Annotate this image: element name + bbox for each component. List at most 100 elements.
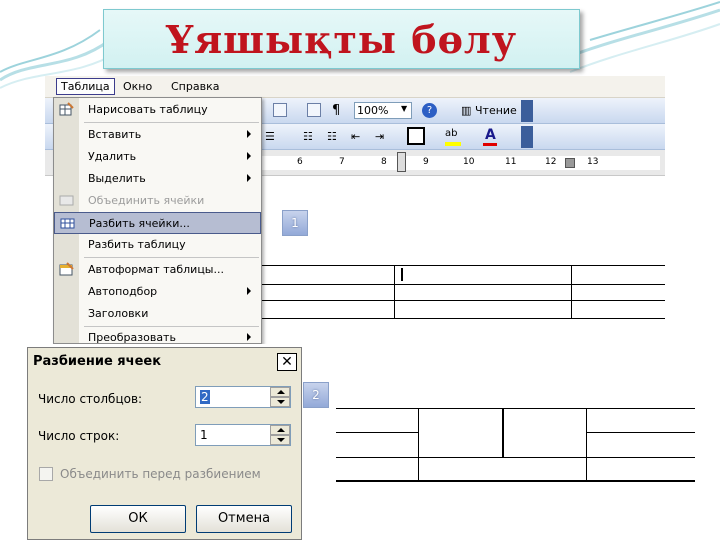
rows-spinner[interactable]: 1: [195, 424, 291, 446]
columns-value: 2: [200, 390, 210, 404]
merge-before-split-label: Объединить перед разбиением: [60, 467, 261, 481]
menu-item-label: Преобразовать: [88, 331, 176, 344]
column-marker-icon[interactable]: [565, 158, 575, 168]
menu-item-label: Выделить: [88, 172, 146, 185]
ok-button[interactable]: ОК: [90, 505, 186, 533]
split-cells-dialog: Разбиение ячеек ✕ Число столбцов: 2 Числ…: [27, 347, 302, 540]
split-cells-icon: [60, 218, 75, 229]
table-border: [260, 265, 665, 266]
submenu-arrow-icon: [247, 130, 251, 138]
decrease-indent-icon[interactable]: ⇤: [351, 130, 360, 143]
pencil-table-icon: [59, 102, 74, 116]
menu-item-label: Заголовки: [88, 307, 149, 320]
chevron-down-icon: ▼: [401, 104, 408, 113]
table-border: [336, 457, 695, 458]
ruler-number: 6: [297, 157, 303, 167]
step-badge-2: 2: [303, 382, 329, 408]
menu-item-label: Вставить: [88, 128, 142, 141]
zoom-select[interactable]: 100% ▼: [354, 102, 412, 119]
zoom-value: 100%: [357, 104, 389, 117]
table-border: [260, 284, 665, 285]
table-marker-icon[interactable]: [397, 152, 406, 172]
spin-down-icon[interactable]: [270, 397, 290, 407]
menu-item-label: Разбить таблицу: [88, 238, 186, 251]
highlight-icon[interactable]: ab: [445, 128, 457, 139]
menu-item-draw-table[interactable]: Нарисовать таблицу: [54, 99, 261, 121]
ruler-number: 11: [505, 157, 517, 167]
table-border: [260, 318, 665, 319]
ruler-number: 10: [463, 157, 475, 167]
columns-spin-buttons: [270, 387, 290, 407]
spin-up-icon[interactable]: [270, 425, 290, 435]
toolbar-options-icon[interactable]: [521, 100, 533, 122]
table-border: [571, 265, 572, 318]
dialog-titlebar[interactable]: Разбиение ячеек ✕: [28, 348, 301, 376]
menu-item-split-table[interactable]: Разбить таблицу: [54, 234, 261, 256]
close-button[interactable]: ✕: [277, 353, 297, 371]
result-table-screenshot: [336, 368, 695, 520]
menu-item-label: Удалить: [88, 150, 137, 163]
menu-item-label: Нарисовать таблицу: [88, 103, 208, 116]
slide-title: Ұяшықты бөлу: [165, 17, 518, 62]
menu-item-label: Автоформат таблицы...: [88, 263, 224, 276]
pilcrow-icon[interactable]: ¶: [332, 103, 340, 118]
menu-table[interactable]: Таблица: [56, 78, 115, 95]
ruler-number: 8: [381, 157, 387, 167]
submenu-arrow-icon: [247, 333, 251, 341]
ruler-number: 12: [545, 157, 557, 167]
submenu-arrow-icon: [247, 152, 251, 160]
menu-item-headings[interactable]: Заголовки: [54, 303, 261, 325]
toolbar-options-icon[interactable]: [521, 126, 533, 148]
bulleted-list-icon[interactable]: ☷: [327, 130, 337, 143]
font-color-icon[interactable]: A: [485, 127, 496, 143]
rows-value: 1: [200, 428, 208, 442]
step-badge-1: 1: [282, 210, 308, 236]
menu-window[interactable]: Окно: [123, 80, 152, 93]
table-border: [394, 265, 395, 318]
table-border: [336, 480, 695, 482]
text-cursor: [401, 268, 403, 281]
spin-up-icon[interactable]: [270, 387, 290, 397]
ruler-number: 13: [587, 157, 599, 167]
columns-spinner[interactable]: 2: [195, 386, 291, 408]
table-border: [502, 408, 504, 457]
menu-item-label: Объединить ячейки: [88, 194, 205, 207]
columns-label: Число столбцов:: [38, 392, 143, 406]
ruler-number: 9: [423, 157, 429, 167]
numbered-list-icon[interactable]: ☷: [303, 130, 313, 143]
toolbar-icon[interactable]: [307, 103, 321, 117]
reading-icon: ▥: [461, 104, 472, 117]
toolbar-icon[interactable]: [273, 103, 287, 117]
ruler-text-area: [260, 156, 660, 170]
rows-spin-buttons: [270, 425, 290, 445]
table-border: [586, 408, 587, 481]
menu-help[interactable]: Справка: [171, 80, 219, 93]
table-border: [418, 408, 419, 481]
menu-item-convert[interactable]: Преобразовать: [54, 327, 261, 344]
table-border: [336, 408, 695, 409]
autoformat-icon: [59, 262, 74, 276]
menu-item-autoformat[interactable]: Автоформат таблицы...: [54, 259, 261, 281]
menu-item-split-cells[interactable]: Разбить ячейки...: [54, 212, 261, 234]
menu-item-autofit[interactable]: Автоподбор: [54, 281, 261, 303]
menu-item-label: Разбить ячейки...: [89, 217, 190, 230]
table-menu-dropdown: Нарисовать таблицу Вставить Удалить Выде…: [53, 97, 262, 344]
merge-before-split-checkbox[interactable]: [39, 467, 53, 481]
dialog-title: Разбиение ячеек: [33, 354, 162, 369]
cancel-button[interactable]: Отмена: [196, 505, 292, 533]
menu-item-insert[interactable]: Вставить: [54, 124, 261, 146]
borders-icon[interactable]: [407, 127, 425, 145]
decorative-wave-top-right: [560, 1, 720, 73]
increase-indent-icon[interactable]: ⇥: [375, 130, 384, 143]
word-window-screenshot: Таблица Окно Справка ¶ 100% ▼ ? ▥ Чтение…: [45, 76, 665, 344]
align-justify-icon[interactable]: ☰: [265, 130, 275, 143]
font-color-bar: [483, 143, 497, 146]
menu-item-merge-cells[interactable]: Объединить ячейки: [54, 190, 261, 212]
menu-item-select[interactable]: Выделить: [54, 168, 261, 190]
spin-down-icon[interactable]: [270, 435, 290, 445]
menu-item-delete[interactable]: Удалить: [54, 146, 261, 168]
table-border: [260, 300, 665, 301]
reading-button[interactable]: Чтение: [475, 104, 517, 117]
merge-cells-icon: [59, 195, 74, 206]
help-icon[interactable]: ?: [422, 103, 437, 118]
